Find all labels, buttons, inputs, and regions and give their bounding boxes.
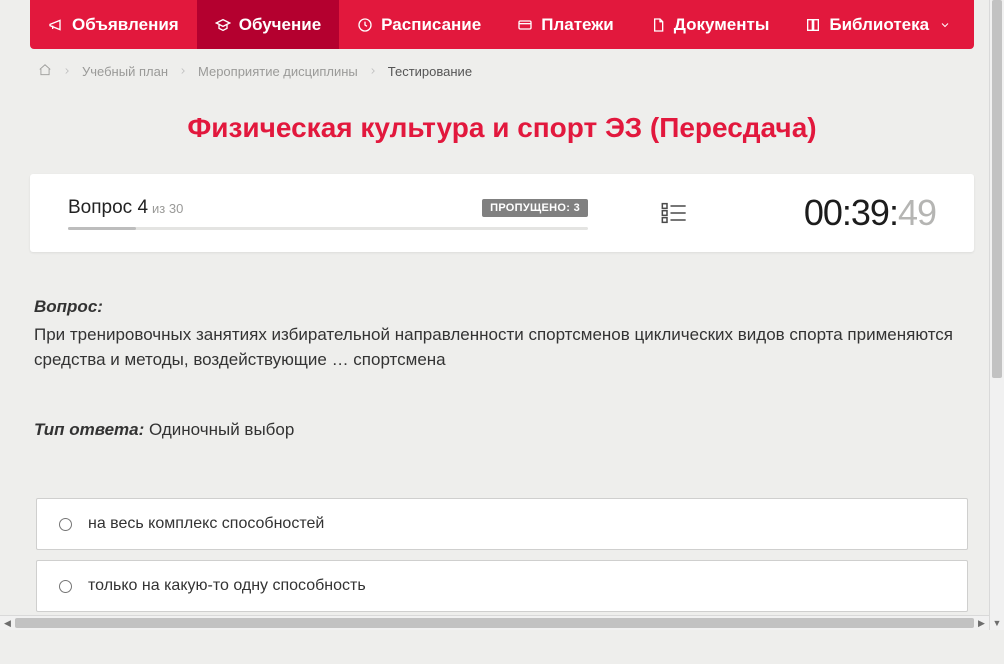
question-heading: Вопрос: (34, 294, 970, 320)
answer-option[interactable]: на весь комплекс способностей (36, 498, 968, 550)
nav-schedule[interactable]: Расписание (339, 0, 499, 49)
breadcrumb-current: Тестирование (388, 64, 472, 79)
timer: 00:39:49 (804, 192, 936, 234)
nav-library[interactable]: Библиотека (787, 0, 971, 49)
scroll-left-icon[interactable]: ◀ (0, 616, 15, 630)
nav-label: Платежи (541, 15, 614, 35)
answer-radio[interactable] (59, 580, 72, 593)
horizontal-scrollbar[interactable]: ◀ ▶ (0, 615, 989, 630)
question-number: Вопрос 4 (68, 197, 148, 219)
question-total: из 30 (152, 201, 183, 216)
breadcrumb: Учебный план Мероприятие дисциплины Тест… (30, 49, 974, 94)
progress-bar (68, 227, 588, 230)
chevron-right-icon (62, 64, 72, 79)
book-icon (805, 17, 821, 33)
question-list-button[interactable] (658, 197, 690, 229)
scroll-down-icon[interactable]: ▼ (990, 615, 1004, 630)
chevron-right-icon (368, 64, 378, 79)
nav-label: Документы (674, 15, 770, 35)
nav-payments[interactable]: Платежи (499, 0, 632, 49)
page-title: Физическая культура и спорт ЭЗ (Пересдач… (30, 94, 974, 174)
chevron-down-icon (937, 17, 953, 33)
nav-education[interactable]: Обучение (197, 0, 339, 49)
nav-label: Обучение (239, 15, 321, 35)
nav-label: Библиотека (829, 15, 929, 35)
scrollbar-thumb[interactable] (992, 0, 1002, 378)
answer-option-text: на весь комплекс способностей (88, 515, 324, 533)
document-icon (650, 17, 666, 33)
vertical-scrollbar[interactable]: ▲ ▼ (989, 0, 1004, 630)
answer-radio[interactable] (59, 518, 72, 531)
answer-option-text: только на какую-то одну способность (88, 577, 366, 595)
answer-options: на весь комплекс способностей только на … (30, 498, 974, 624)
nav-documents[interactable]: Документы (632, 0, 788, 49)
answer-type-value: Одиночный выбор (149, 420, 294, 439)
chevron-right-icon (178, 64, 188, 79)
megaphone-icon (48, 17, 64, 33)
home-icon[interactable] (38, 63, 52, 80)
nav-announcements[interactable]: Объявления (30, 0, 197, 49)
timer-seconds: 49 (898, 192, 936, 234)
scrollbar-thumb[interactable] (15, 618, 974, 628)
answer-type-label: Тип ответа: (34, 420, 144, 439)
graduation-cap-icon (215, 17, 231, 33)
status-card: Вопрос 4 из 30 ПРОПУЩЕНО: 3 00:39:49 (30, 174, 974, 252)
nav-label: Объявления (72, 15, 179, 35)
nav-label: Расписание (381, 15, 481, 35)
question-body: Вопрос: При тренировочных занятиях избир… (30, 252, 974, 442)
main-navbar: Объявления Обучение Расписание Платежи Д… (30, 0, 974, 49)
clock-icon (357, 17, 373, 33)
question-text: При тренировочных занятиях избирательной… (34, 322, 970, 373)
timer-main: 00:39: (804, 192, 898, 234)
payment-icon (517, 17, 533, 33)
answer-option[interactable]: только на какую-то одну способность (36, 560, 968, 612)
breadcrumb-link[interactable]: Мероприятие дисциплины (198, 64, 358, 79)
scroll-right-icon[interactable]: ▶ (974, 616, 989, 630)
skipped-badge: ПРОПУЩЕНО: 3 (482, 199, 588, 217)
breadcrumb-link[interactable]: Учебный план (82, 64, 168, 79)
